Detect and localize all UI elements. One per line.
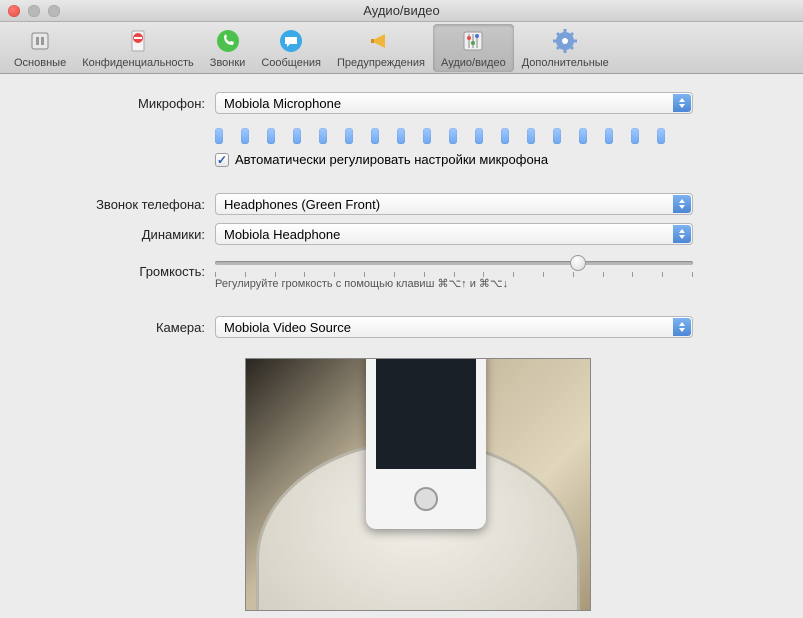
toolbar: Основные Конфиденциальность Звонки Сообщ… — [0, 22, 803, 74]
speakers-label: Динамики: — [30, 227, 215, 242]
minimize-button[interactable] — [28, 5, 40, 17]
toolbar-item-advanced[interactable]: Дополнительные — [514, 24, 617, 72]
camera-value: Mobiola Video Source — [224, 320, 351, 335]
phone-ring-select[interactable]: Headphones (Green Front) — [215, 193, 693, 215]
slider-track — [215, 261, 693, 265]
auto-mic-label: Автоматически регулировать настройки мик… — [235, 152, 548, 167]
camera-label: Камера: — [30, 320, 215, 335]
volume-slider[interactable] — [215, 253, 693, 273]
titlebar: Аудио/видео — [0, 0, 803, 22]
speakers-value: Mobiola Headphone — [224, 227, 340, 242]
toolbar-label: Дополнительные — [522, 57, 609, 69]
level-pip — [553, 128, 561, 144]
updown-icon — [673, 94, 691, 112]
switch-icon — [26, 27, 54, 55]
level-pip — [631, 128, 639, 144]
window-title: Аудио/видео — [0, 3, 803, 18]
microphone-value: Mobiola Microphone — [224, 96, 341, 111]
phone-ring-label: Звонок телефона: — [30, 197, 215, 212]
phone-ring-value: Headphones (Green Front) — [224, 197, 380, 212]
level-pip — [215, 128, 223, 144]
chat-icon — [277, 27, 305, 55]
camera-select[interactable]: Mobiola Video Source — [215, 316, 693, 338]
toolbar-item-general[interactable]: Основные — [6, 24, 74, 72]
toolbar-item-messages[interactable]: Сообщения — [253, 24, 329, 72]
toolbar-label: Предупреждения — [337, 57, 425, 69]
level-pip — [501, 128, 509, 144]
camera-preview — [245, 358, 591, 611]
toolbar-label: Аудио/видео — [441, 57, 506, 69]
level-pip — [605, 128, 613, 144]
level-pip — [579, 128, 587, 144]
level-pip — [397, 128, 405, 144]
toolbar-label: Конфиденциальность — [82, 57, 194, 69]
updown-icon — [673, 318, 691, 336]
updown-icon — [673, 225, 691, 243]
slider-thumb[interactable] — [570, 255, 586, 271]
slider-ticks — [215, 272, 693, 277]
megaphone-icon — [367, 27, 395, 55]
microphone-select[interactable]: Mobiola Microphone — [215, 92, 693, 114]
toolbar-label: Основные — [14, 57, 66, 69]
level-pip — [449, 128, 457, 144]
level-pip — [345, 128, 353, 144]
level-pip — [319, 128, 327, 144]
toolbar-item-calls[interactable]: Звонки — [202, 24, 254, 72]
mic-level-meter — [215, 122, 773, 152]
no-entry-icon — [124, 27, 152, 55]
level-pip — [371, 128, 379, 144]
zoom-button[interactable] — [48, 5, 60, 17]
gear-icon — [551, 27, 579, 55]
content-pane: Микрофон: Mobiola Microphone — [0, 74, 803, 618]
volume-label: Громкость: — [30, 264, 215, 279]
level-pip — [241, 128, 249, 144]
speakers-select[interactable]: Mobiola Headphone — [215, 223, 693, 245]
level-pip — [527, 128, 535, 144]
toolbar-item-av[interactable]: Аудио/видео — [433, 24, 514, 72]
level-pip — [267, 128, 275, 144]
traffic-lights — [0, 5, 60, 17]
level-pip — [293, 128, 301, 144]
level-pip — [657, 128, 665, 144]
toolbar-item-alerts[interactable]: Предупреждения — [329, 24, 433, 72]
toolbar-label: Звонки — [210, 57, 246, 69]
updown-icon — [673, 195, 691, 213]
microphone-label: Микрофон: — [30, 96, 215, 111]
phone-icon — [214, 27, 242, 55]
volume-hint: Регулируйте громкость с помощью клавиш ⌘… — [215, 277, 773, 290]
level-pip — [475, 128, 483, 144]
auto-mic-checkbox[interactable] — [215, 153, 229, 167]
toolbar-label: Сообщения — [261, 57, 321, 69]
level-pip — [423, 128, 431, 144]
sliders-icon — [459, 27, 487, 55]
toolbar-item-privacy[interactable]: Конфиденциальность — [74, 24, 202, 72]
close-button[interactable] — [8, 5, 20, 17]
